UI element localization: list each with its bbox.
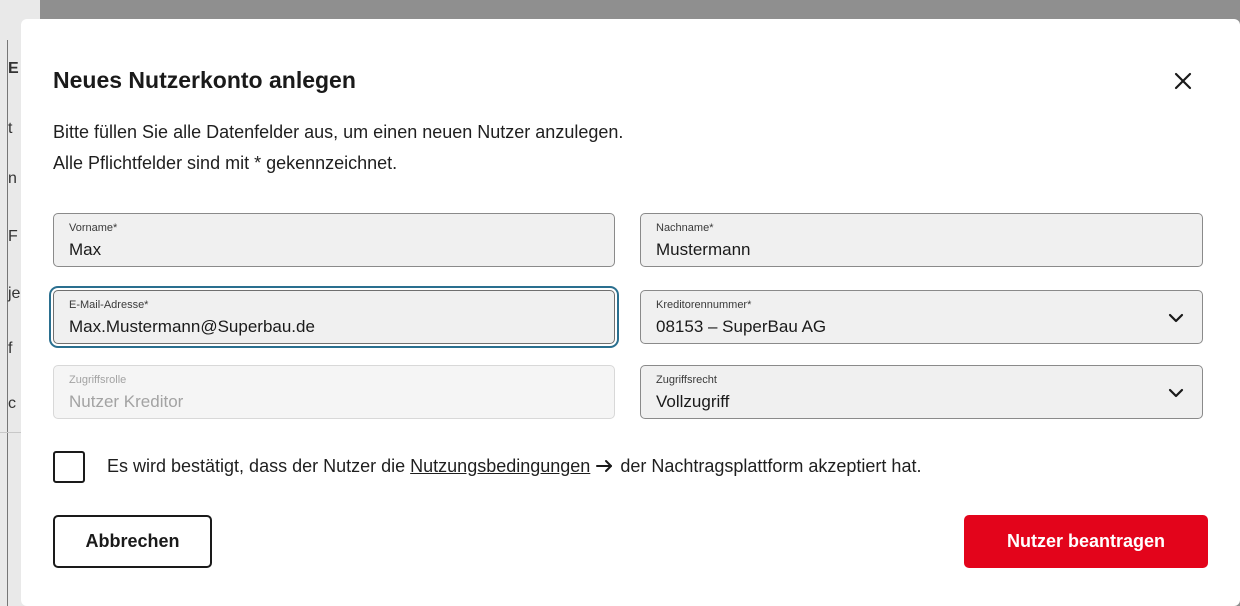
- terms-checkbox[interactable]: [53, 451, 85, 483]
- email-label: E-Mail-Adresse*: [69, 299, 149, 311]
- email-field[interactable]: E-Mail-Adresse* Max.Mustermann@Superbau.…: [53, 290, 615, 344]
- dialog-description-line-1: Bitte füllen Sie alle Datenfelder aus, u…: [53, 122, 624, 142]
- access-role-value: Nutzer Kreditor: [69, 392, 184, 411]
- access-right-value: Vollzugriff: [656, 392, 730, 411]
- new-user-dialog: Neues Nutzerkonto anlegen Bitte füllen S…: [21, 19, 1240, 606]
- terms-of-use-link[interactable]: Nutzungsbedingungen: [410, 456, 590, 476]
- close-icon: [1174, 72, 1192, 90]
- first-name-value: Max: [69, 240, 102, 259]
- creditor-number-value: 08153 – SuperBau AG: [656, 317, 827, 336]
- first-name-field[interactable]: Vorname* Max: [53, 213, 615, 267]
- dialog-description-line-2: Alle Pflichtfelder sind mit * gekennzeic…: [53, 153, 398, 173]
- creditor-number-select[interactable]: Kreditorennummer* 08153 – SuperBau AG: [640, 290, 1203, 344]
- cancel-button[interactable]: Abbrechen: [53, 515, 212, 568]
- email-value: Max.Mustermann@Superbau.de: [69, 317, 315, 336]
- access-right-select[interactable]: Zugriffsrecht Vollzugriff: [640, 365, 1203, 419]
- first-name-label: Vorname*: [69, 222, 118, 234]
- creditor-number-label: Kreditorennummer*: [656, 299, 752, 311]
- arrow-right-icon: [596, 460, 613, 473]
- chevron-down-icon: [1168, 313, 1184, 323]
- consent-text-after: der Nachtragsplattform akzeptiert hat.: [620, 456, 922, 476]
- last-name-label: Nachname*: [656, 222, 714, 234]
- access-right-label: Zugriffsrecht: [656, 374, 717, 386]
- dialog-title: Neues Nutzerkonto anlegen: [53, 67, 356, 93]
- terms-consent-text: Es wird bestätigt, dass der Nutzer die N…: [107, 456, 921, 477]
- chevron-down-icon: [1168, 388, 1184, 398]
- close-button[interactable]: [1168, 66, 1198, 96]
- last-name-value: Mustermann: [656, 240, 751, 259]
- access-role-label: Zugriffsrolle: [69, 374, 127, 386]
- access-role-field: Zugriffsrolle Nutzer Kreditor: [53, 365, 615, 419]
- consent-text-before: Es wird bestätigt, dass der Nutzer die: [107, 456, 406, 476]
- request-user-button[interactable]: Nutzer beantragen: [964, 515, 1208, 568]
- last-name-field[interactable]: Nachname* Mustermann: [640, 213, 1203, 267]
